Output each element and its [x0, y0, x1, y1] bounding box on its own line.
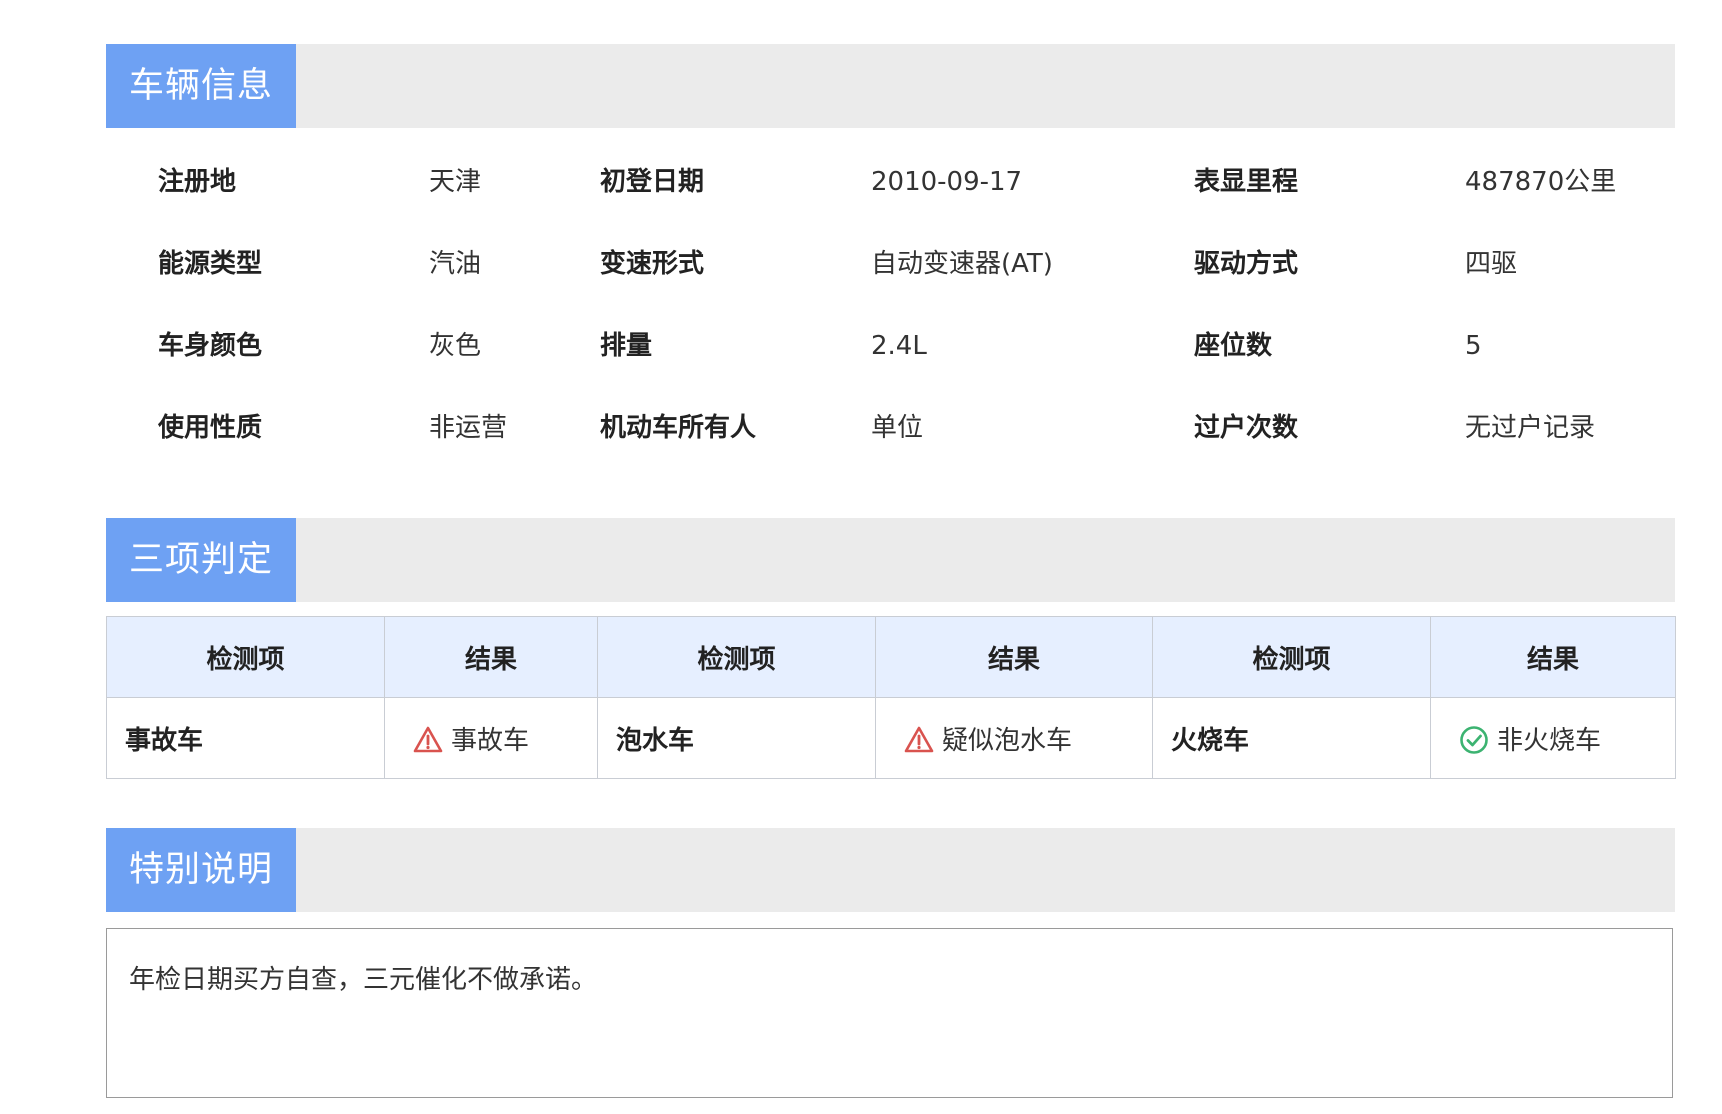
column-header-result: 结果: [875, 616, 1153, 698]
vehicle-info-grid: 注册地 天津 初登日期 2010-09-17 表显里程 487870公里 能源类…: [106, 141, 1675, 469]
info-label-transmission: 变速形式: [600, 249, 705, 279]
section-title-three-checks: 三项判定: [106, 518, 296, 602]
check-result-flood: 疑似泡水车: [875, 697, 1153, 779]
info-value-transfer-count: 无过户记录: [1465, 413, 1596, 443]
check-result-accident: 事故车: [384, 697, 598, 779]
info-value-energy-type: 汽油: [429, 249, 482, 279]
result-text: 事故车: [451, 725, 530, 756]
info-label-energy-type: 能源类型: [158, 249, 263, 279]
info-label-body-color: 车身颜色: [158, 331, 263, 361]
check-item-accident: 事故车: [106, 697, 385, 779]
section-header-three-checks: 三项判定: [106, 518, 1675, 602]
info-label-drive-type: 驱动方式: [1194, 249, 1299, 279]
info-row: 使用性质 非运营 机动车所有人 单位 过户次数 无过户记录: [106, 387, 1675, 469]
info-value-mileage: 487870公里: [1465, 167, 1617, 197]
section-header-vehicle-info: 车辆信息: [106, 44, 1675, 128]
info-row: 车身颜色 灰色 排量 2.4L 座位数 5: [106, 305, 1675, 387]
info-row: 注册地 天津 初登日期 2010-09-17 表显里程 487870公里: [106, 141, 1675, 223]
section-title-special-note: 特别说明: [106, 828, 296, 912]
info-value-usage-nature: 非运营: [429, 413, 508, 443]
three-checks-table: 检测项 结果 检测项 结果 检测项 结果 事故车 事故车 泡水车 疑似泡水车 火…: [106, 616, 1676, 779]
info-value-vehicle-owner: 单位: [871, 413, 924, 443]
column-header-result: 结果: [384, 616, 598, 698]
info-value-displacement: 2.4L: [871, 331, 927, 361]
info-value-first-registration-date: 2010-09-17: [871, 167, 1023, 197]
special-note-text: 年检日期买方自查，三元催化不做承诺。: [129, 965, 598, 995]
warning-icon: [904, 726, 934, 752]
info-label-vehicle-owner: 机动车所有人: [600, 413, 757, 443]
column-header-check-item: 检测项: [597, 616, 876, 698]
column-header-check-item: 检测项: [1152, 616, 1431, 698]
info-value-body-color: 灰色: [429, 331, 482, 361]
info-row: 能源类型 汽油 变速形式 自动变速器(AT) 驱动方式 四驱: [106, 223, 1675, 305]
table-header-row: 检测项 结果 检测项 结果 检测项 结果: [106, 616, 1676, 698]
info-label-registration-place: 注册地: [158, 167, 237, 197]
info-value-drive-type: 四驱: [1465, 249, 1518, 279]
check-circle-icon: [1460, 725, 1488, 754]
info-label-displacement: 排量: [600, 331, 653, 361]
check-item-flood: 泡水车: [597, 697, 876, 779]
info-label-seats: 座位数: [1194, 331, 1273, 361]
info-value-transmission: 自动变速器(AT): [871, 249, 1053, 279]
info-label-transfer-count: 过户次数: [1194, 413, 1299, 443]
info-label-first-registration-date: 初登日期: [600, 167, 705, 197]
section-title-vehicle-info: 车辆信息: [106, 44, 296, 128]
info-value-registration-place: 天津: [429, 167, 482, 197]
column-header-check-item: 检测项: [106, 616, 385, 698]
section-header-special-note: 特别说明: [106, 828, 1675, 912]
result-text: 疑似泡水车: [942, 725, 1073, 756]
info-label-mileage: 表显里程: [1194, 167, 1299, 197]
result-text: 非火烧车: [1497, 725, 1602, 756]
info-value-seats: 5: [1465, 331, 1482, 361]
check-item-fire: 火烧车: [1152, 697, 1431, 779]
info-label-usage-nature: 使用性质: [158, 413, 263, 443]
warning-icon: [413, 726, 443, 752]
special-note-box: 年检日期买方自查，三元催化不做承诺。: [106, 928, 1673, 1098]
check-result-fire: 非火烧车: [1430, 697, 1676, 779]
table-row: 事故车 事故车 泡水车 疑似泡水车 火烧车 非火烧车: [106, 697, 1676, 779]
column-header-result: 结果: [1430, 616, 1676, 698]
